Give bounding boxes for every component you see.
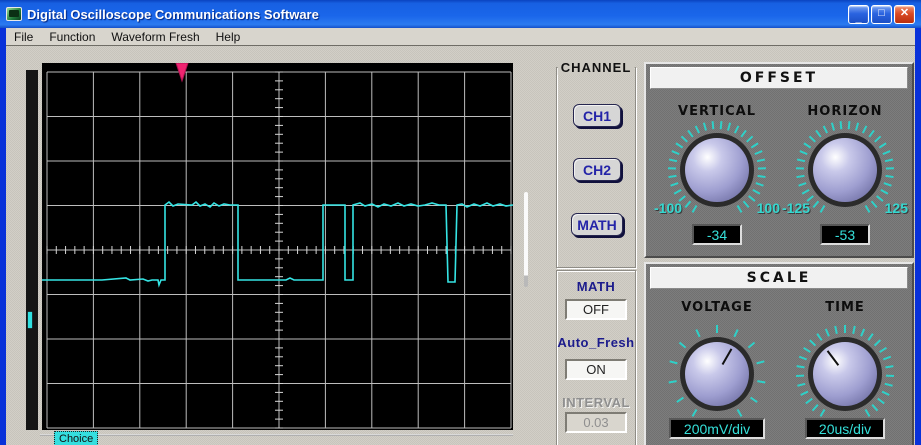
math-toggle[interactable]: OFF	[565, 299, 627, 320]
ch1-level-marker[interactable]	[28, 312, 32, 328]
close-button[interactable]: ✕	[894, 5, 915, 24]
menu-waveform-fresh[interactable]: Waveform Fresh	[103, 29, 207, 45]
channel-group: CHANNEL CH1 CH2 MATH	[556, 67, 636, 268]
title-bar: Digital Oscilloscope Communications Soft…	[0, 0, 921, 28]
screen-underline	[40, 434, 513, 436]
offset-panel-title: OFFSET	[650, 67, 908, 89]
channel-group-title: CHANNEL	[558, 60, 635, 75]
interval-label: INTERVAL	[557, 395, 635, 410]
channel-marker-bar	[26, 70, 38, 430]
time-scale-knob[interactable]	[793, 322, 897, 426]
autofresh-toggle[interactable]: ON	[565, 359, 627, 380]
window-title: Digital Oscilloscope Communications Soft…	[27, 7, 848, 22]
app-window: Digital Oscilloscope Communications Soft…	[0, 0, 921, 445]
client-area: Choice CHANNEL CH1 CH2 MATH MATH OFF Aut…	[6, 46, 915, 445]
vertical-max-label: 100	[757, 200, 780, 216]
minimize-icon: _	[855, 13, 861, 24]
menu-function[interactable]: Function	[41, 29, 103, 45]
math-button[interactable]: MATH	[571, 213, 623, 236]
scale-panel-title: SCALE	[650, 267, 908, 289]
horizon-min-label: -125	[782, 200, 810, 216]
autofresh-label: Auto_Fresh	[557, 335, 635, 350]
vertical-min-label: -100	[654, 200, 682, 216]
menu-file[interactable]: File	[6, 29, 41, 45]
voltage-scale-knob[interactable]	[665, 322, 769, 426]
horizon-max-label: 125	[885, 200, 908, 216]
ch2-button[interactable]: CH2	[573, 158, 621, 181]
horizon-offset-value: -53	[820, 224, 870, 245]
menu-help[interactable]: Help	[208, 29, 249, 45]
vertical-offset-value: -34	[692, 224, 742, 245]
time-scale-label: TIME	[780, 300, 910, 315]
maximize-icon: □	[878, 8, 885, 19]
close-icon: ✕	[900, 8, 909, 19]
time-scale-value: 20us/div	[805, 418, 885, 439]
choice-button[interactable]: Choice	[54, 431, 98, 445]
controls-group: MATH OFF Auto_Fresh ON INTERVAL 0.03	[556, 270, 636, 445]
math-label: MATH	[557, 279, 635, 294]
menu-bar: File Function Waveform Fresh Help	[6, 28, 915, 46]
offset-panel: OFFSET VERTICAL -100 100 -34 HORIZON -12…	[644, 62, 914, 258]
vertical-scrollbar-thumb[interactable]	[524, 192, 528, 287]
maximize-button[interactable]: □	[871, 5, 892, 24]
scale-panel: SCALE VOLTAGE 200mV/div TIME 20us/div	[644, 262, 914, 445]
minimize-button[interactable]: _	[848, 5, 869, 24]
interval-input: 0.03	[565, 412, 627, 433]
app-icon	[6, 7, 22, 21]
waveform-plot	[42, 63, 513, 430]
voltage-scale-label: VOLTAGE	[652, 300, 782, 315]
scope-screen	[42, 63, 513, 430]
voltage-scale-value: 200mV/div	[669, 418, 765, 439]
ch1-button[interactable]: CH1	[573, 104, 621, 127]
horizon-offset-label: HORIZON	[780, 104, 910, 119]
vertical-offset-label: VERTICAL	[652, 104, 782, 119]
